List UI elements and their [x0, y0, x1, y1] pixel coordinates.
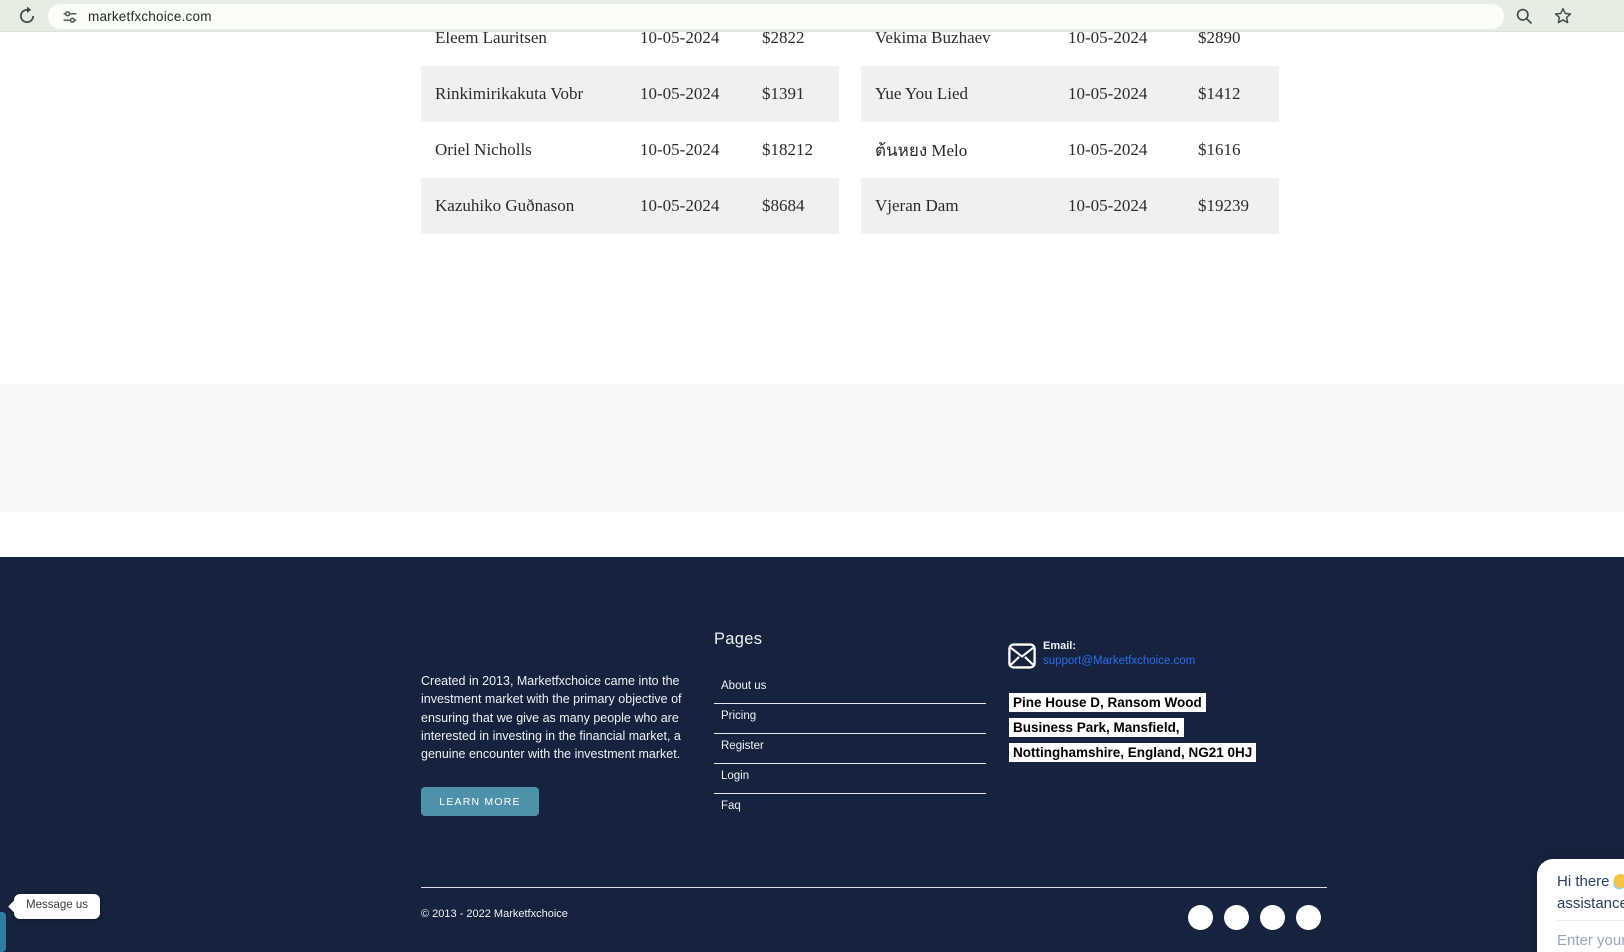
footer-link-pricing[interactable]: Pricing [714, 704, 986, 734]
table-row: Rinkimirikakuta Vobr 10-05-2024 $1391 [421, 66, 839, 122]
deposit-date: 10-05-2024 [1068, 196, 1198, 216]
chat-greeting: Hi there [1557, 873, 1624, 890]
support-email-link[interactable]: support@Marketfxchoice.com [1043, 655, 1195, 667]
address-line: Nottinghamshire, England, NG21 0HJ [1009, 743, 1256, 762]
chat-greeting-line2: assistance, [1557, 895, 1624, 912]
footer-nav: About us Pricing Register Login Faq [714, 674, 986, 824]
social-icon[interactable] [1296, 905, 1321, 930]
wave-emoji [1612, 873, 1624, 890]
depositor-name: ต้นหยง Melo [875, 137, 1068, 164]
deposit-amount: $2822 [762, 32, 839, 48]
deposit-amount: $8684 [762, 196, 839, 216]
table-row: Vjeran Dam 10-05-2024 $19239 [861, 178, 1279, 234]
depositor-name: Rinkimirikakuta Vobr [435, 84, 640, 104]
deposit-amount: $18212 [762, 140, 839, 160]
chat-launcher-tab[interactable] [0, 912, 6, 952]
deposit-date: 10-05-2024 [640, 196, 762, 216]
deposit-amount: $1412 [1198, 84, 1279, 104]
footer: Created in 2013, Marketfxchoice came int… [0, 557, 1624, 952]
depositor-name: Yue You Lied [875, 84, 1068, 104]
reload-icon[interactable] [17, 6, 37, 26]
social-icon[interactable] [1188, 905, 1213, 930]
pages-heading: Pages [714, 630, 762, 649]
company-description: Created in 2013, Marketfxchoice came int… [421, 672, 685, 763]
site-settings-icon[interactable] [62, 9, 78, 25]
table-row: ต้นหยง Melo 10-05-2024 $1616 [861, 122, 1279, 178]
depositor-name: Eleem Lauritsen [435, 32, 640, 48]
deposit-amount: $19239 [1198, 196, 1279, 216]
message-us-button[interactable]: Message us [14, 894, 100, 919]
search-icon[interactable] [1514, 6, 1534, 26]
deposit-date: 10-05-2024 [640, 84, 762, 104]
table-row: Kazuhiko Guðnason 10-05-2024 $8684 [421, 178, 839, 234]
chat-widget-card[interactable]: Hi there assistance, Enter your r [1537, 859, 1624, 952]
deposit-amount: $2890 [1198, 32, 1279, 48]
url-bar[interactable]: marketfxchoice.com [48, 4, 1504, 29]
depositor-name: Kazuhiko Guðnason [435, 196, 640, 216]
table-row: Yue You Lied 10-05-2024 $1412 [861, 66, 1279, 122]
chat-divider [1557, 920, 1624, 921]
copyright-text: © 2013 - 2022 Marketfxchoice [421, 908, 568, 920]
depositor-name: Oriel Nicholls [435, 140, 640, 160]
company-address: Pine House D, Ransom Wood Business Park,… [1009, 693, 1289, 768]
table-row: Oriel Nicholls 10-05-2024 $18212 [421, 122, 839, 178]
deposit-date: 10-05-2024 [1068, 84, 1198, 104]
depositor-name: Vekima Buzhaev [875, 32, 1068, 48]
email-envelope-icon [1008, 643, 1036, 669]
footer-link-faq[interactable]: Faq [714, 794, 986, 824]
footer-link-register[interactable]: Register [714, 734, 986, 764]
footer-divider [421, 887, 1327, 888]
deposit-amount: $1391 [762, 84, 839, 104]
deposit-amount: $1616 [1198, 140, 1279, 160]
url-text[interactable]: marketfxchoice.com [88, 9, 212, 24]
deposits-table-right: Vekima Buzhaev 10-05-2024 $2890 Yue You … [861, 32, 1279, 235]
social-icon[interactable] [1224, 905, 1249, 930]
deposits-table-left: Eleem Lauritsen 10-05-2024 $2822 Rinkimi… [421, 32, 839, 235]
table-row: Vekima Buzhaev 10-05-2024 $2890 [861, 32, 1279, 66]
bookmark-star-icon[interactable] [1553, 6, 1573, 26]
learn-more-button[interactable]: LEARN MORE [421, 787, 539, 816]
email-label: Email: [1043, 640, 1076, 652]
address-line: Business Park, Mansfield, [1009, 718, 1184, 737]
address-line: Pine House D, Ransom Wood [1009, 693, 1206, 712]
footer-link-about[interactable]: About us [714, 674, 986, 704]
social-icon[interactable] [1260, 905, 1285, 930]
social-links [1188, 905, 1321, 930]
chat-input-placeholder[interactable]: Enter your r [1557, 932, 1624, 949]
table-row: Eleem Lauritsen 10-05-2024 $2822 [421, 32, 839, 66]
footer-link-login[interactable]: Login [714, 764, 986, 794]
deposit-date: 10-05-2024 [1068, 32, 1198, 48]
deposit-date: 10-05-2024 [640, 140, 762, 160]
deposit-date: 10-05-2024 [640, 32, 762, 48]
depositor-name: Vjeran Dam [875, 196, 1068, 216]
deposit-date: 10-05-2024 [1068, 140, 1198, 160]
section-divider-band [0, 384, 1624, 512]
browser-toolbar: marketfxchoice.com [0, 0, 1624, 32]
